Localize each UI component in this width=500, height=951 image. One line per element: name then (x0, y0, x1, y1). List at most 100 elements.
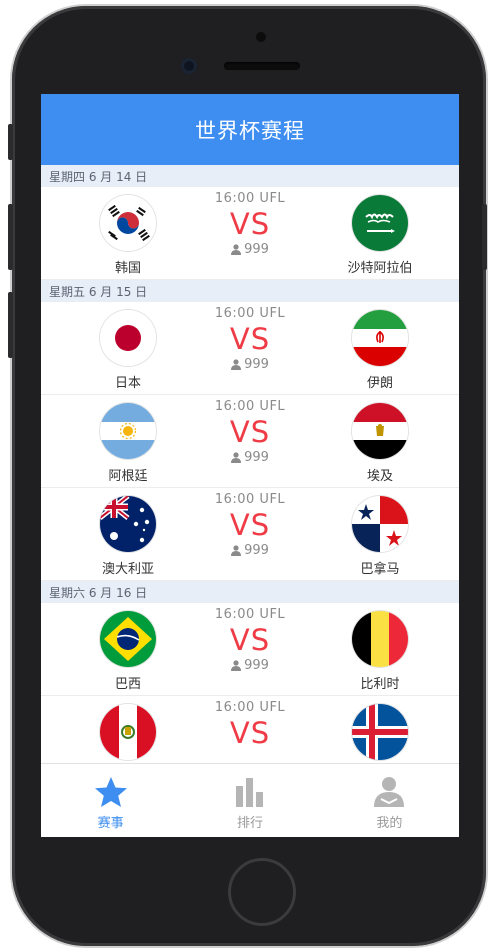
vs-label: VS (229, 322, 271, 356)
person-icon (231, 244, 242, 255)
match-time: 16:00 UFL (214, 492, 286, 507)
home-button[interactable] (228, 858, 296, 926)
panama-flag-icon (352, 496, 408, 552)
vs-label: VS (229, 623, 271, 657)
viewer-count: 999 (231, 450, 269, 465)
match-info: 16:00 UFL VS (191, 700, 309, 751)
tab-matches[interactable]: 赛事 (41, 764, 180, 837)
tab-label: 排行 (236, 816, 263, 831)
peru-flag-icon (100, 704, 156, 760)
viewer-count: 999 (231, 543, 269, 558)
away-team[interactable]: 巴拿马 (325, 496, 435, 577)
person-icon (231, 545, 242, 556)
away-team[interactable]: 比利时 (325, 611, 435, 692)
match-info: 16:00 UFL VS 999 (191, 399, 309, 465)
front-camera (181, 58, 197, 74)
team-name: 阿根廷 (108, 469, 148, 484)
away-team[interactable]: 伊朗 (325, 310, 435, 391)
away-team[interactable] (325, 704, 435, 763)
japan-flag-icon (100, 310, 156, 366)
vs-label: VS (229, 207, 271, 241)
match-info: 16:00 UFL VS 999 (191, 607, 309, 673)
match-time: 16:00 UFL (214, 306, 286, 321)
argentina-flag-icon (100, 403, 156, 459)
team-name: 比利时 (360, 677, 400, 692)
day-label: 星期六 6 月 16 日 (49, 585, 148, 600)
viewer-count: 999 (231, 242, 269, 257)
team-name: 巴西 (114, 677, 141, 692)
away-team[interactable]: 埃及 (325, 403, 435, 484)
bottom-tab-bar: 赛事 排行 我的 (41, 763, 459, 837)
tab-ranking[interactable]: 排行 (180, 764, 319, 837)
tab-label: 我的 (376, 816, 403, 831)
team-name: 埃及 (366, 469, 393, 484)
vs-label: VS (229, 508, 271, 542)
team-name: 沙特阿拉伯 (347, 261, 413, 276)
bar-chart-icon (235, 778, 263, 807)
match-time: 16:00 UFL (214, 191, 286, 206)
day-label: 星期五 6 月 15 日 (49, 284, 148, 299)
match-info: 16:00 UFL VS 999 (191, 191, 309, 257)
viewer-count-value: 999 (244, 450, 269, 465)
home-team[interactable] (73, 704, 183, 763)
viewer-count-value: 999 (244, 543, 269, 558)
belgium-flag-icon (352, 611, 408, 667)
viewer-count: 999 (231, 357, 269, 372)
match-info: 16:00 UFL VS 999 (191, 306, 309, 372)
team-name: 澳大利亚 (101, 562, 154, 577)
schedule-list[interactable]: 星期四 6 月 14 日 韩国 16:00 UFL VS 999 沙特阿拉伯 星… (41, 165, 459, 763)
day-header: 星期四 6 月 14 日 (41, 165, 459, 187)
match-row[interactable]: 巴西 16:00 UFL VS 999 比利时 (41, 603, 459, 696)
home-team[interactable]: 日本 (73, 310, 183, 391)
viewer-count: 999 (231, 658, 269, 673)
away-team[interactable]: 沙特阿拉伯 (325, 195, 435, 276)
team-name: 伊朗 (366, 376, 393, 391)
person-icon (231, 359, 242, 370)
mute-switch (8, 124, 13, 160)
viewer-count-value: 999 (244, 357, 269, 372)
tab-label: 赛事 (97, 816, 124, 831)
person-icon (231, 660, 242, 671)
day-header: 星期六 6 月 16 日 (41, 581, 459, 603)
home-team[interactable]: 澳大利亚 (73, 496, 183, 577)
home-team[interactable]: 阿根廷 (73, 403, 183, 484)
brazil-flag-icon (100, 611, 156, 667)
volume-down-button (8, 292, 13, 358)
team-name: 巴拿马 (360, 562, 400, 577)
team-name: 韩国 (114, 261, 141, 276)
user-icon (374, 777, 405, 807)
home-team[interactable]: 韩国 (73, 195, 183, 276)
australia-flag-icon (100, 496, 156, 552)
team-name: 日本 (114, 376, 141, 391)
match-time: 16:00 UFL (214, 700, 286, 715)
proximity-sensor (256, 32, 266, 42)
match-info: 16:00 UFL VS 999 (191, 492, 309, 558)
app-header: 世界杯赛程 (41, 94, 459, 165)
match-row[interactable]: 澳大利亚 16:00 UFL VS 999 巴拿马 (41, 488, 459, 581)
volume-up-button (8, 204, 13, 270)
app-screen: 世界杯赛程 星期四 6 月 14 日 韩国 16:00 UFL VS 999 沙… (41, 94, 459, 837)
korea-flag-icon (100, 195, 156, 251)
home-team[interactable]: 巴西 (73, 611, 183, 692)
match-row[interactable]: 日本 16:00 UFL VS 999 伊朗 (41, 302, 459, 395)
match-row[interactable]: 韩国 16:00 UFL VS 999 沙特阿拉伯 (41, 187, 459, 280)
viewer-count-value: 999 (244, 658, 269, 673)
power-button (482, 204, 487, 270)
vs-label: VS (229, 415, 271, 449)
person-icon (231, 452, 242, 463)
iran-flag-icon (352, 310, 408, 366)
star-icon (94, 777, 127, 807)
match-row[interactable]: 阿根廷 16:00 UFL VS 999 埃及 (41, 395, 459, 488)
viewer-count-value: 999 (244, 242, 269, 257)
day-label: 星期四 6 月 14 日 (49, 169, 148, 184)
vs-label: VS (229, 716, 271, 750)
match-time: 16:00 UFL (214, 399, 286, 414)
day-header: 星期五 6 月 15 日 (41, 280, 459, 302)
tab-profile[interactable]: 我的 (320, 764, 459, 837)
egypt-flag-icon (352, 403, 408, 459)
page-title: 世界杯赛程 (195, 118, 305, 143)
match-row[interactable]: 16:00 UFL VS (41, 696, 459, 763)
iceland-flag-icon (352, 704, 408, 760)
match-time: 16:00 UFL (214, 607, 286, 622)
earpiece-speaker (224, 62, 300, 70)
